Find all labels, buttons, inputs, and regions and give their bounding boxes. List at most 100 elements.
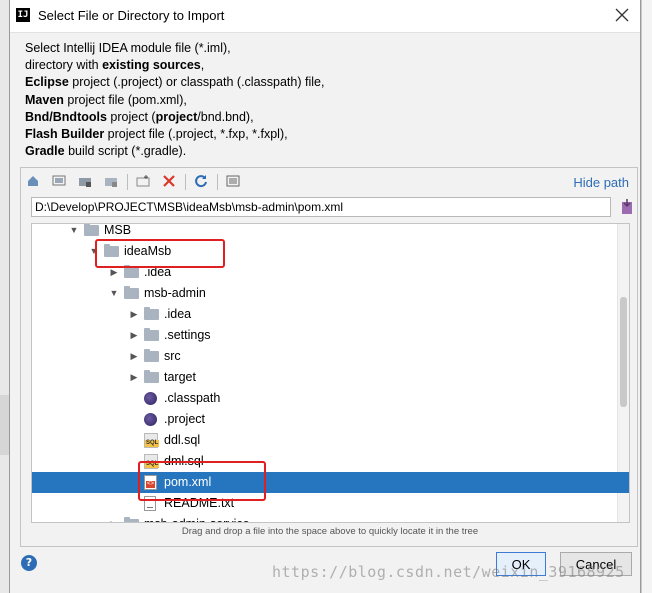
tree-row-label: msb-admin xyxy=(144,286,206,300)
tree-row-label: MSB xyxy=(104,223,132,237)
chevron-right-icon[interactable]: ▶ xyxy=(128,367,140,388)
description-segment: build script (*.gradle). xyxy=(64,144,187,159)
tree-row-label: ideaMsb xyxy=(124,244,172,258)
xml-file-icon: <> xyxy=(144,475,157,490)
folder-icon xyxy=(144,307,159,320)
description-segment: , xyxy=(200,58,205,73)
file-chooser-panel: Hide path ▼ MSB ▼ ideaMsb ▶ .idea ▼ msb-admin ▶.… xyxy=(20,167,638,547)
drag-drop-hint: Drag and drop a file into the space abov… xyxy=(181,526,479,537)
chevron-down-icon[interactable]: ▼ xyxy=(108,283,120,304)
tree-row[interactable]: ▶ msb-admin-service xyxy=(32,514,629,522)
delete-icon[interactable] xyxy=(161,174,177,190)
description-line: Flash Builder project file (.project, *.… xyxy=(25,126,324,143)
tree-row[interactable]: SQL dml.sql xyxy=(32,451,629,472)
file-tree[interactable]: ▼ MSB ▼ ideaMsb ▶ .idea ▼ msb-admin ▶ .idea ▶ .sett… xyxy=(31,223,630,523)
chevron-down-icon[interactable]: ▼ xyxy=(68,224,80,241)
description-line: Eclipse project (.project) or classpath … xyxy=(25,74,324,91)
project-folder-icon[interactable] xyxy=(77,174,93,190)
tree-row-label: msb-admin-service xyxy=(144,514,250,522)
description-segment: Gradle xyxy=(25,144,65,159)
chevron-right-icon[interactable]: ▶ xyxy=(108,262,120,283)
tree-row-label: target xyxy=(164,370,196,384)
chevron-right-icon[interactable]: ▶ xyxy=(128,304,140,325)
description-segment: existing sources xyxy=(102,58,201,73)
intellij-app-icon: IJ xyxy=(16,8,30,22)
tree-row[interactable]: ▶ .idea xyxy=(32,262,629,283)
description-segment: project (.project) or classpath (.classp… xyxy=(68,75,325,90)
tree-row-label: src xyxy=(164,349,181,363)
description-line: Gradle build script (*.gradle). xyxy=(25,143,324,160)
description-segment: directory with xyxy=(25,58,103,73)
chevron-right-icon[interactable]: ▶ xyxy=(128,346,140,367)
chevron-right-icon[interactable]: ▶ xyxy=(108,514,120,522)
tree-row-label: .settings xyxy=(164,328,211,342)
background-editor-strip xyxy=(641,0,652,593)
tree-row-label: .idea xyxy=(144,265,172,279)
folder-icon xyxy=(84,224,99,236)
title-bar: IJ Select File or Directory to Import xyxy=(10,0,640,33)
new-folder-icon[interactable] xyxy=(135,174,151,190)
description-segment: project file (.project, *.fxp, *.fxpl), xyxy=(104,127,288,142)
description-segment: Eclipse xyxy=(25,75,69,90)
tree-row[interactable]: ▼ msb-admin xyxy=(32,283,629,304)
folder-icon xyxy=(144,349,159,362)
tree-row-label: dml.sql xyxy=(164,454,204,468)
description-segment: Select Intellij IDEA module file (*.iml)… xyxy=(25,41,231,55)
close-button[interactable] xyxy=(610,4,634,26)
description-line: directory with existing sources, xyxy=(25,57,324,74)
tree-row[interactable]: ▶ src xyxy=(32,346,629,367)
home-icon[interactable] xyxy=(25,174,41,190)
toolbar-separator xyxy=(185,174,186,190)
tree-row[interactable]: ▶ .settings xyxy=(32,325,629,346)
tree-row-label: pom.xml xyxy=(164,475,212,489)
hide-path-link[interactable]: Hide path xyxy=(573,175,629,190)
tree-row[interactable]: .classpath xyxy=(32,388,629,409)
chevron-right-icon[interactable]: ▶ xyxy=(128,325,140,346)
refresh-icon[interactable] xyxy=(193,174,209,190)
path-input[interactable] xyxy=(31,197,611,217)
description-segment: project xyxy=(155,109,198,124)
show-hidden-icon[interactable] xyxy=(225,174,241,190)
tree-row[interactable]: README.txt xyxy=(32,493,629,514)
tree-row[interactable]: SQL ddl.sql xyxy=(32,430,629,451)
background-panel-edge xyxy=(0,395,9,455)
folder-icon xyxy=(144,328,159,341)
help-button[interactable]: ? xyxy=(21,555,37,571)
sql-file-icon: SQL xyxy=(144,433,160,448)
module-folder-icon[interactable] xyxy=(103,174,119,190)
description-segment: project file (pom.xml), xyxy=(63,92,187,107)
tree-row[interactable]: ▶ target xyxy=(32,367,629,388)
tree-row-label: .idea xyxy=(164,307,192,321)
eclipse-file-icon xyxy=(144,392,157,405)
folder-icon xyxy=(124,286,139,299)
path-history-button[interactable] xyxy=(619,198,635,216)
import-dialog: IJ Select File or Directory to Import Se… xyxy=(9,0,641,593)
folder-icon xyxy=(144,370,159,383)
description-segment: /bnd.bnd), xyxy=(197,109,254,124)
tree-row[interactable]: <> pom.xml xyxy=(32,472,629,493)
chevron-down-icon[interactable]: ▼ xyxy=(88,241,100,262)
tree-row-label: README.txt xyxy=(164,496,235,510)
cancel-button[interactable]: Cancel xyxy=(560,552,632,576)
file-chooser-toolbar: Hide path xyxy=(21,168,637,196)
eclipse-file-icon xyxy=(144,413,157,426)
description-line: Select Intellij IDEA module file (*.iml)… xyxy=(25,40,324,57)
desktop-icon[interactable] xyxy=(51,174,67,190)
description-segment: Flash Builder xyxy=(25,127,105,142)
folder-icon xyxy=(124,517,139,522)
tree-row[interactable]: ▶ .idea xyxy=(32,304,629,325)
folder-icon xyxy=(104,244,119,257)
description-line: Bnd/Bndtools project (project/bnd.bnd), xyxy=(25,109,324,126)
tree-row[interactable]: ▼ ideaMsb xyxy=(32,241,629,262)
close-icon xyxy=(615,8,629,22)
import-description: Select Intellij IDEA module file (*.iml)… xyxy=(25,40,324,160)
history-icon xyxy=(622,199,632,214)
dialog-title: Select File or Directory to Import xyxy=(38,8,225,23)
description-segment: Maven xyxy=(25,92,64,107)
tree-row-label: .classpath xyxy=(164,391,221,405)
description-line: Maven project file (pom.xml), xyxy=(25,92,324,109)
toolbar-separator xyxy=(217,174,218,190)
ok-button[interactable]: OK xyxy=(496,552,546,576)
tree-row[interactable]: ▼ MSB xyxy=(32,223,629,241)
tree-row[interactable]: .project xyxy=(32,409,629,430)
